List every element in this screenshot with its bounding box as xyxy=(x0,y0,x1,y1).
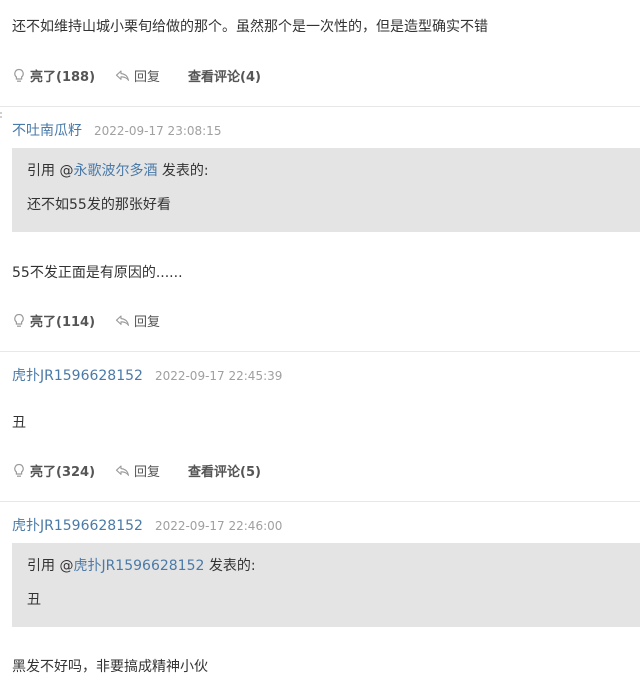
username-link[interactable]: 不吐南瓜籽 xyxy=(12,120,82,140)
view-comments-button[interactable]: 查看评论(5) xyxy=(188,461,261,480)
post-text: 丑 xyxy=(12,415,26,431)
view-comments-button[interactable]: 查看评论(4) xyxy=(188,66,261,85)
quote-suffix: 发表的: xyxy=(157,163,209,179)
quote-prefix: 引用 @ xyxy=(27,558,74,574)
post-text: 55不发正面是有原因的...... xyxy=(12,265,183,281)
post-actions: 亮了(324) 回复 查看评论(5) xyxy=(12,461,261,480)
quote-header: 引用 @虎扑JR1596628152 发表的: xyxy=(27,555,256,575)
quote-prefix: 引用 @ xyxy=(27,163,74,179)
divider xyxy=(0,351,640,352)
quote-block: 引用 @永歌波尔多酒 发表的: 还不如55发的那张好看 xyxy=(12,148,640,232)
like-button[interactable]: 亮了(114) xyxy=(12,311,95,330)
reply-label: 回复 xyxy=(134,70,161,85)
left-marker xyxy=(0,112,3,118)
view-comments-label: 查看评论(5) xyxy=(188,465,261,480)
reply-button[interactable]: 回复 xyxy=(115,66,160,85)
divider xyxy=(0,501,640,502)
quote-suffix: 发表的: xyxy=(204,558,256,574)
post-text: 黑发不好吗，非要搞成精神小伙 xyxy=(12,659,208,675)
reply-label: 回复 xyxy=(134,315,161,330)
reply-arrow-icon xyxy=(115,70,130,81)
lightbulb-icon xyxy=(14,463,24,477)
post-actions: 亮了(114) 回复 xyxy=(12,311,160,330)
lightbulb-icon xyxy=(14,313,24,327)
reply-button[interactable]: 回复 xyxy=(115,311,160,330)
like-button[interactable]: 亮了(324) xyxy=(12,461,95,480)
comment-actions: 亮了(188) 回复 查看评论(4) xyxy=(12,66,261,85)
username-link[interactable]: 虎扑JR1596628152 xyxy=(12,365,143,385)
like-count: 亮了(114) xyxy=(30,315,96,330)
quote-header: 引用 @永歌波尔多酒 发表的: xyxy=(27,160,209,180)
like-button[interactable]: 亮了(188) xyxy=(12,66,95,85)
like-count: 亮了(324) xyxy=(30,465,96,480)
post-time: 2022-09-17 22:46:00 xyxy=(154,519,283,533)
quote-text: 丑 xyxy=(27,592,41,608)
username-link[interactable]: 虎扑JR1596628152 xyxy=(12,515,143,535)
post-header: 虎扑JR1596628152 2022-09-17 22:46:00 xyxy=(12,515,282,535)
like-count: 亮了(188) xyxy=(30,70,96,85)
comment-text: 还不如维持山城小栗旬给做的那个。虽然那个是一次性的，但是造型确实不错 xyxy=(12,19,488,35)
post-time: 2022-09-17 22:45:39 xyxy=(154,369,283,383)
quoted-user-link[interactable]: 虎扑JR1596628152 xyxy=(73,558,204,574)
view-comments-label: 查看评论(4) xyxy=(188,70,261,85)
lightbulb-icon xyxy=(14,68,24,82)
reply-arrow-icon xyxy=(115,465,130,476)
divider xyxy=(0,106,640,107)
quote-block: 引用 @虎扑JR1596628152 发表的: 丑 xyxy=(12,543,640,627)
post-header: 不吐南瓜籽 2022-09-17 23:08:15 xyxy=(12,120,221,140)
reply-label: 回复 xyxy=(134,465,161,480)
reply-arrow-icon xyxy=(115,315,130,326)
quoted-user-link[interactable]: 永歌波尔多酒 xyxy=(73,163,157,179)
post-header: 虎扑JR1596628152 2022-09-17 22:45:39 xyxy=(12,365,282,385)
reply-button[interactable]: 回复 xyxy=(115,461,160,480)
quote-text: 还不如55发的那张好看 xyxy=(27,197,171,213)
post-time: 2022-09-17 23:08:15 xyxy=(94,124,222,138)
